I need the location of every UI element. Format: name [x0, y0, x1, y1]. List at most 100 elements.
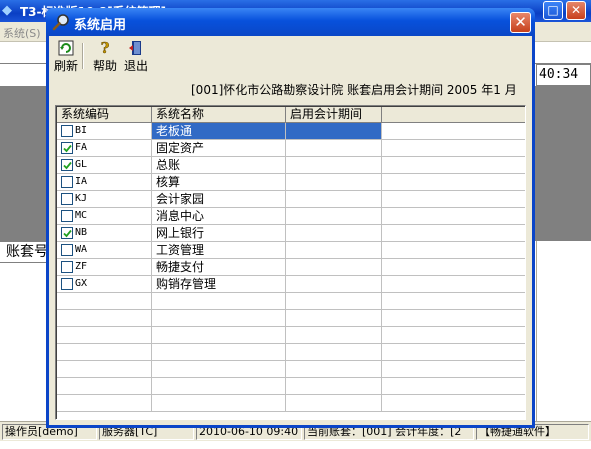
- empty-cell: [152, 310, 286, 327]
- empty-cell: [57, 310, 152, 327]
- empty-cell: [57, 344, 152, 361]
- help-button[interactable]: ? 帮助: [91, 40, 119, 74]
- empty-cell: [286, 395, 382, 412]
- system-name-cell: 总账: [152, 157, 286, 174]
- dialog-close-button[interactable]: ✕: [510, 12, 531, 33]
- empty-cell: [152, 361, 286, 378]
- enable-checkbox[interactable]: [61, 278, 73, 290]
- enable-checkbox[interactable]: [61, 210, 73, 222]
- account-period-info: [001]怀化市公路勘察设计院 账套启用会计期间 2005 年1 月: [191, 83, 517, 97]
- table-row[interactable]: BI 老板通: [57, 123, 525, 140]
- account-number-label: 账套号: [0, 241, 52, 263]
- empty-cell: [152, 344, 286, 361]
- system-code: IA: [75, 176, 88, 187]
- enable-checkbox[interactable]: [61, 193, 73, 205]
- empty-cell: [57, 378, 152, 395]
- enable-checkbox[interactable]: [61, 159, 73, 171]
- system-name-cell: 购销存管理: [152, 276, 286, 293]
- table-row[interactable]: GX 购销存管理: [57, 276, 525, 293]
- grid-frame: 系统编码 系统名称 启用会计期间 BI 老板通 FA 固定资产 GL 总账 IA 核算 KJ 会计…: [56, 106, 525, 419]
- enable-period-cell[interactable]: [286, 174, 382, 191]
- empty-cell: [152, 378, 286, 395]
- empty-cell: [57, 293, 152, 310]
- grid-header: 系统编码 系统名称 启用会计期间: [57, 107, 525, 123]
- table-row[interactable]: FA 固定资产: [57, 140, 525, 157]
- system-code: KJ: [75, 193, 88, 204]
- system-code-cell: GL: [57, 157, 152, 174]
- empty-cell: [286, 361, 382, 378]
- blank-cell: [382, 208, 525, 225]
- empty-cell: [152, 395, 286, 412]
- exit-button[interactable]: 退出: [122, 40, 150, 74]
- enable-period-cell[interactable]: [286, 191, 382, 208]
- system-grid: 系统编码 系统名称 启用会计期间 BI 老板通 FA 固定资产 GL 总账 IA 核算 KJ 会计…: [55, 105, 526, 420]
- checkmark-icon: [63, 229, 72, 238]
- system-name-cell: 固定资产: [152, 140, 286, 157]
- app-icon: ◆: [2, 3, 12, 18]
- checkmark-icon: [63, 144, 72, 153]
- system-code-cell: MC: [57, 208, 152, 225]
- enable-period-cell[interactable]: [286, 276, 382, 293]
- system-code-cell: IA: [57, 174, 152, 191]
- column-header-period[interactable]: 启用会计期间: [286, 107, 382, 123]
- svg-text:?: ?: [101, 40, 110, 56]
- empty-table-row: [57, 378, 525, 395]
- system-code: WA: [75, 244, 88, 255]
- system-name-cell: 畅捷支付: [152, 259, 286, 276]
- system-code-cell: FA: [57, 140, 152, 157]
- blank-cell: [382, 174, 525, 191]
- enable-period-cell[interactable]: [286, 140, 382, 157]
- enable-period-cell[interactable]: [286, 242, 382, 259]
- system-name-cell: 核算: [152, 174, 286, 191]
- enable-checkbox[interactable]: [61, 176, 73, 188]
- enable-checkbox[interactable]: [61, 227, 73, 239]
- enable-period-cell[interactable]: [286, 259, 382, 276]
- empty-cell: [382, 344, 525, 361]
- enable-period-cell[interactable]: [286, 225, 382, 242]
- background-close-button[interactable]: ✕: [566, 1, 586, 20]
- maximize-button[interactable]: □: [543, 1, 563, 20]
- table-row[interactable]: ZF 畅捷支付: [57, 259, 525, 276]
- system-code: FA: [75, 142, 88, 153]
- enable-period-cell[interactable]: [286, 123, 382, 140]
- refresh-button[interactable]: 刷新: [52, 40, 80, 74]
- enable-checkbox[interactable]: [61, 142, 73, 154]
- system-code: BI: [75, 125, 88, 136]
- magnifier-key-icon: [52, 14, 69, 31]
- blank-cell: [382, 191, 525, 208]
- empty-cell: [286, 293, 382, 310]
- system-code: MC: [75, 210, 88, 221]
- enable-period-cell[interactable]: [286, 157, 382, 174]
- empty-cell: [382, 361, 525, 378]
- empty-table-row: [57, 395, 525, 412]
- column-header-code[interactable]: 系统编码: [57, 107, 152, 123]
- system-code-cell: WA: [57, 242, 152, 259]
- blank-cell: [382, 123, 525, 140]
- table-row[interactable]: IA 核算: [57, 174, 525, 191]
- table-row[interactable]: WA 工资管理: [57, 242, 525, 259]
- enable-checkbox[interactable]: [61, 125, 73, 137]
- system-code: GX: [75, 278, 88, 289]
- empty-cell: [57, 361, 152, 378]
- system-code: ZF: [75, 261, 88, 272]
- empty-cell: [382, 310, 525, 327]
- enable-period-cell[interactable]: [286, 208, 382, 225]
- enable-checkbox[interactable]: [61, 261, 73, 273]
- empty-table-row: [57, 361, 525, 378]
- empty-table-row: [57, 327, 525, 344]
- empty-cell: [286, 310, 382, 327]
- table-row[interactable]: KJ 会计家园: [57, 191, 525, 208]
- table-row[interactable]: MC 消息中心: [57, 208, 525, 225]
- grid-body: BI 老板通 FA 固定资产 GL 总账 IA 核算 KJ 会计家园 MC 消息中心 NB 网上银行 WA 工…: [57, 123, 525, 419]
- time-display: 40:34: [536, 64, 591, 86]
- dialog-title-bar: 系统启用 ✕: [46, 8, 535, 36]
- exit-label: 退出: [123, 59, 148, 73]
- empty-cell: [152, 327, 286, 344]
- menu-system[interactable]: 系统(S): [3, 25, 41, 41]
- table-row[interactable]: NB 网上银行: [57, 225, 525, 242]
- enable-checkbox[interactable]: [61, 244, 73, 256]
- table-row[interactable]: GL 总账: [57, 157, 525, 174]
- column-header-name[interactable]: 系统名称: [152, 107, 286, 123]
- blank-cell: [382, 225, 525, 242]
- empty-cell: [382, 395, 525, 412]
